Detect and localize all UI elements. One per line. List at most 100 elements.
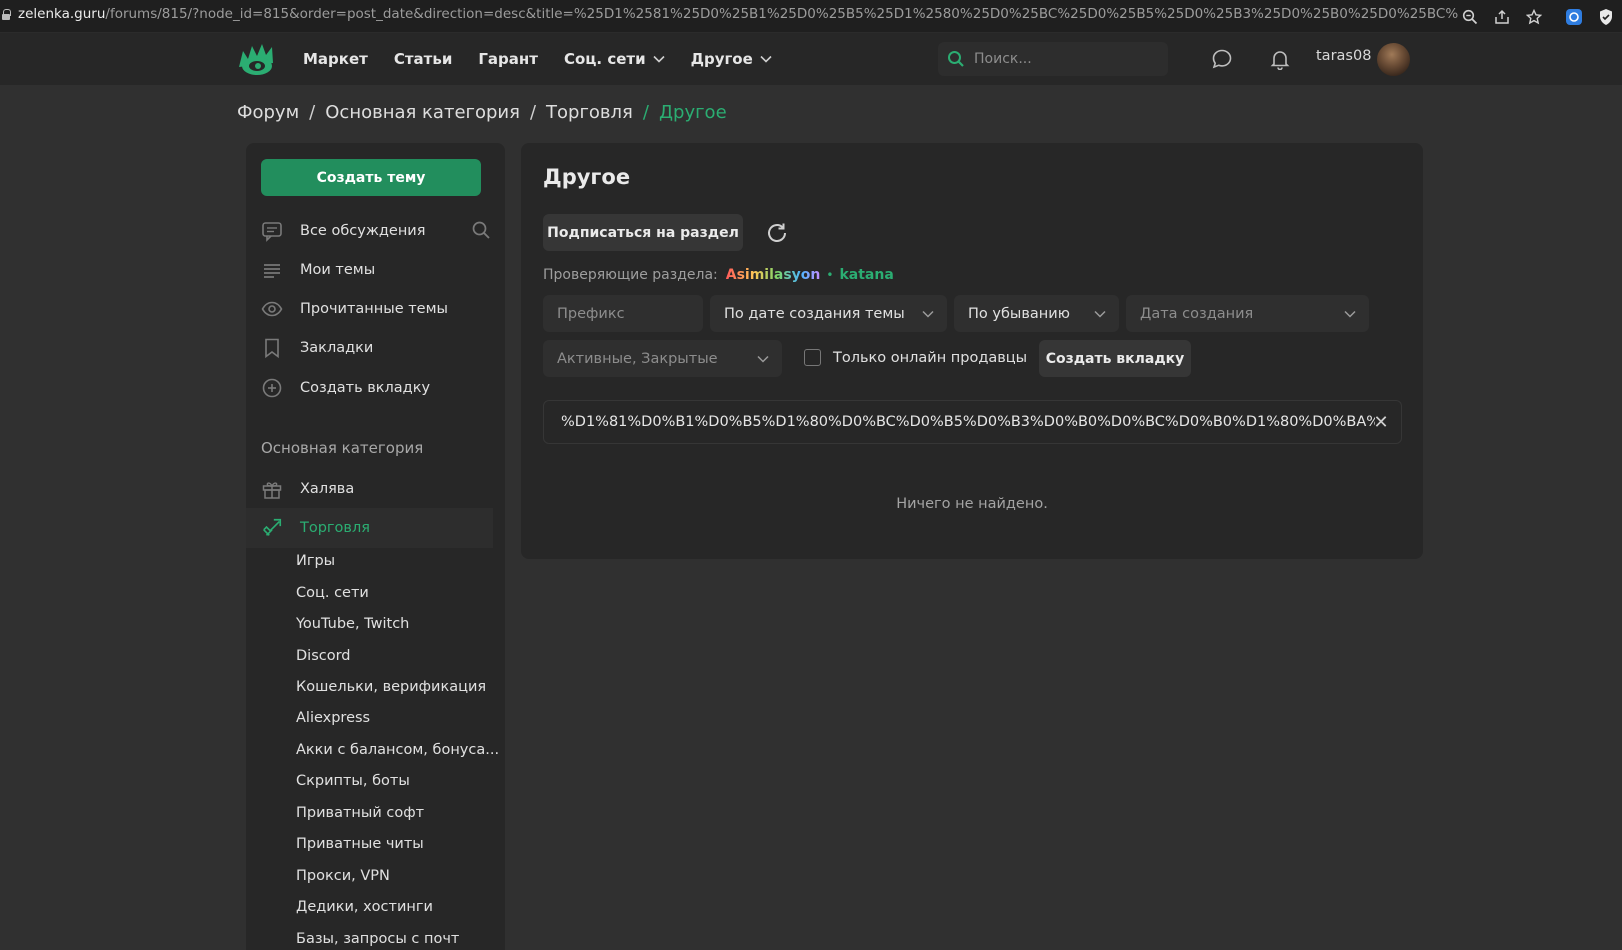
- sidebar-item-trade[interactable]: Торговля: [246, 508, 493, 548]
- breadcrumb: Форум / Основная категория / Торговля / …: [237, 102, 727, 123]
- search-input[interactable]: [974, 51, 1154, 67]
- subforum-item[interactable]: Скрипты, боты: [296, 773, 410, 789]
- chevron-down-icon: [757, 355, 769, 363]
- close-icon[interactable]: ✕: [1371, 412, 1391, 433]
- nav-other[interactable]: Другое: [691, 50, 772, 68]
- nav-social[interactable]: Соц. сети: [564, 50, 665, 68]
- sidebar-item-label: Создать вкладку: [300, 380, 431, 396]
- subforum-item[interactable]: Акки с балансом, бонуса...: [296, 742, 499, 758]
- category-title[interactable]: Основная категория: [261, 439, 423, 457]
- nav-market[interactable]: Маркет: [303, 50, 368, 68]
- direction-select[interactable]: По убыванию: [954, 295, 1119, 332]
- avatar[interactable]: [1377, 43, 1410, 76]
- nav-guarantor[interactable]: Гарант: [478, 50, 538, 68]
- username[interactable]: taras08: [1316, 48, 1371, 64]
- empty-state-text: Ничего не найдено.: [896, 496, 1048, 512]
- subforum-item[interactable]: Кошельки, верификация: [296, 679, 486, 695]
- subforum-item[interactable]: Прокси, VPN: [296, 868, 390, 884]
- search-icon: [948, 51, 964, 67]
- subforum-item[interactable]: YouTube, Twitch: [296, 616, 409, 632]
- main-nav: Маркет Статьи Гарант Соц. сети Другое: [303, 33, 772, 85]
- header-search[interactable]: [938, 42, 1168, 76]
- breadcrumb-separator: /: [642, 102, 649, 123]
- refresh-icon[interactable]: [764, 220, 790, 246]
- breadcrumb-forum[interactable]: Форум: [237, 102, 299, 123]
- subforum-item[interactable]: Дедики, хостинги: [296, 899, 433, 915]
- online-only-checkbox[interactable]: [804, 349, 821, 366]
- plus-circle-icon: [261, 377, 283, 399]
- title-filter-input[interactable]: %D1%81%D0%B1%D0%B5%D1%80%D0%BC%D0%B5%D0%…: [543, 400, 1402, 444]
- breadcrumb-separator: /: [529, 102, 537, 123]
- order-value: По дате создания темы: [724, 305, 905, 322]
- sidebar-item-my-topics[interactable]: Мои темы: [246, 250, 493, 290]
- chevron-down-icon: [1344, 310, 1356, 318]
- state-placeholder: Активные, Закрытые: [557, 350, 718, 367]
- breadcrumb-current: Другое: [658, 102, 727, 123]
- page-title: Другое: [543, 165, 631, 189]
- list-icon: [261, 259, 283, 281]
- chevron-down-icon: [1094, 310, 1106, 318]
- title-filter-value: %D1%81%D0%B1%D0%B5%D1%80%D0%BC%D0%B5%D0%…: [561, 414, 1375, 430]
- sidebar-item-all-discussions[interactable]: Все обсуждения: [246, 211, 493, 251]
- state-select[interactable]: Активные, Закрытые: [543, 340, 782, 377]
- forum-panel: Другое Подписаться на раздел Проверяющие…: [521, 143, 1423, 559]
- extension-icon[interactable]: [1563, 6, 1584, 27]
- subscribe-button[interactable]: Подписаться на раздел: [543, 214, 743, 251]
- prefix-placeholder: Префикс: [557, 305, 625, 322]
- chat-icon: [261, 220, 283, 242]
- subforum-item[interactable]: Приватные читы: [296, 836, 424, 852]
- sidebar-item-freebies[interactable]: Халява: [246, 469, 493, 509]
- separator-dot: •: [826, 268, 834, 282]
- create-topic-button[interactable]: Создать тему: [261, 159, 481, 196]
- subforum-item[interactable]: Соц. сети: [296, 585, 369, 601]
- order-select[interactable]: По дате создания темы: [710, 295, 947, 332]
- sidebar-item-read-topics[interactable]: Прочитанные темы: [246, 289, 493, 329]
- breadcrumb-trade[interactable]: Торговля: [546, 102, 633, 123]
- site-logo[interactable]: [237, 41, 277, 77]
- sidebar: Создать тему Все обсуждения Мои темы Про…: [246, 143, 505, 950]
- url-field[interactable]: zelenka.guru/forums/815/?node_id=815&ord…: [18, 6, 1458, 22]
- moderators-label: Проверяющие раздела:: [543, 267, 718, 283]
- sidebar-item-label: Мои темы: [300, 262, 376, 278]
- moderator-link[interactable]: Asimilasyon: [726, 267, 821, 283]
- online-only-toggle[interactable]: Только онлайн продавцы: [804, 349, 1027, 366]
- gift-icon: [261, 478, 283, 500]
- shield-extension-icon[interactable]: [1595, 6, 1616, 27]
- sidebar-item-label: Прочитанные темы: [300, 301, 448, 317]
- messages-icon[interactable]: [1209, 46, 1235, 72]
- breadcrumb-main-category[interactable]: Основная категория: [325, 102, 520, 123]
- sidebar-item-label: Все обсуждения: [300, 223, 426, 239]
- date-select[interactable]: Дата создания: [1126, 295, 1369, 332]
- chevron-down-icon: [760, 55, 772, 63]
- subforum-item[interactable]: Приватный софт: [296, 805, 424, 821]
- sidebar-item-label: Торговля: [300, 520, 370, 536]
- moderator-link[interactable]: katana: [839, 267, 893, 283]
- date-placeholder: Дата создания: [1140, 305, 1254, 322]
- subforum-item[interactable]: Discord: [296, 648, 351, 664]
- trade-icon: [261, 517, 283, 539]
- lock-icon: [2, 9, 11, 20]
- eye-icon: [261, 298, 283, 320]
- bookmark-icon: [261, 337, 283, 359]
- chevron-down-icon: [922, 310, 934, 318]
- sidebar-item-create-tab[interactable]: Создать вкладку: [246, 368, 493, 408]
- zoom-icon[interactable]: [1459, 6, 1480, 27]
- online-only-label: Только онлайн продавцы: [833, 349, 1028, 366]
- prefix-select[interactable]: Префикс: [543, 295, 703, 332]
- search-icon[interactable]: [471, 220, 493, 242]
- sidebar-item-label: Закладки: [300, 340, 374, 356]
- subforum-item[interactable]: Aliexpress: [296, 710, 370, 726]
- nav-articles[interactable]: Статьи: [394, 50, 453, 68]
- subforum-item[interactable]: Базы, запросы с почт: [296, 931, 459, 947]
- sidebar-item-bookmarks[interactable]: Закладки: [246, 328, 493, 368]
- direction-value: По убыванию: [968, 305, 1070, 322]
- share-icon[interactable]: [1491, 6, 1512, 27]
- site-header: Маркет Статьи Гарант Соц. сети Другое ta…: [0, 33, 1622, 85]
- breadcrumb-separator: /: [309, 102, 316, 123]
- create-tab-button[interactable]: Создать вкладку: [1039, 340, 1191, 377]
- browser-address-bar: zelenka.guru/forums/815/?node_id=815&ord…: [0, 0, 1622, 33]
- bell-icon[interactable]: [1267, 46, 1293, 72]
- star-icon[interactable]: [1523, 6, 1544, 27]
- sidebar-item-label: Халява: [300, 481, 355, 497]
- subforum-item[interactable]: Игры: [296, 553, 335, 569]
